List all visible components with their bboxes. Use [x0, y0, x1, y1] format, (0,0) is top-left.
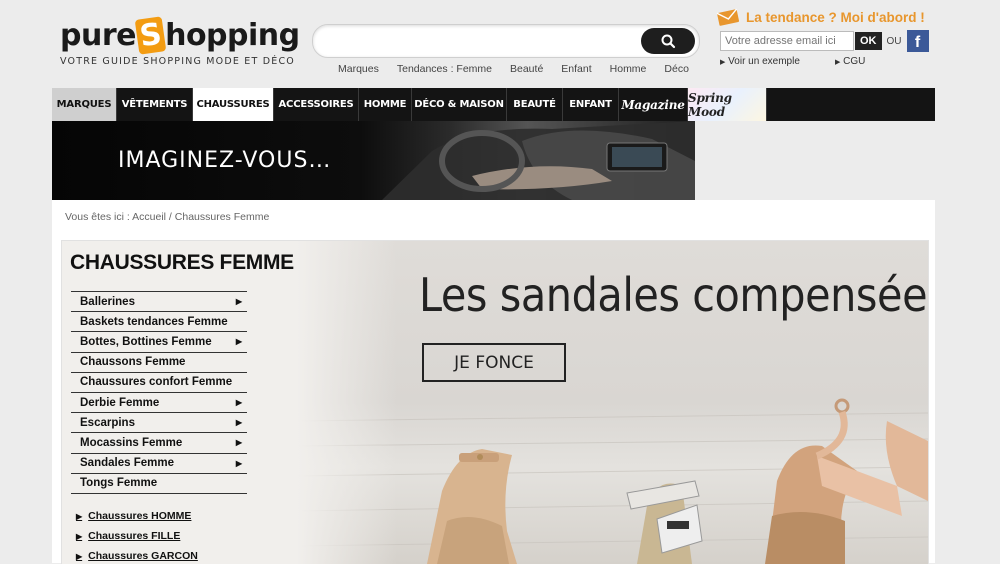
search-field[interactable]: [312, 24, 700, 58]
subcategory-item[interactable]: Chaussures confort Femme: [71, 373, 247, 393]
example-link-text[interactable]: Voir un exemple: [728, 56, 800, 67]
logo-wordmark: pureShopping: [60, 16, 300, 55]
quick-links: Marques Tendances : Femme Beauté Enfant Homm…: [338, 63, 707, 75]
main-nav: MARQUES VÊTEMENTS CHAUSSURES ACCESSOIRES…: [52, 88, 935, 121]
quick-link-0[interactable]: Marques: [338, 63, 379, 75]
search-button[interactable]: [641, 28, 695, 54]
subcategory-label: Tongs Femme: [80, 477, 158, 490]
nav-enfant[interactable]: ENFANT: [563, 88, 619, 121]
subcategory-item[interactable]: Sandales Femme ▶: [71, 454, 247, 474]
site-logo[interactable]: pureShopping VOTRE GUIDE SHOPPING MODE E…: [60, 16, 300, 67]
search-icon: [661, 34, 676, 49]
subcategory-item[interactable]: Ballerines ▶: [71, 291, 247, 313]
breadcrumb-current: Chaussures Femme: [174, 211, 270, 223]
example-link[interactable]: ▶ Voir un exemple: [720, 56, 800, 67]
breadcrumb-separator: /: [168, 211, 172, 223]
category-panel: Les sandales compensées JE FONCE CHAUSSU…: [61, 240, 929, 564]
chevron-right-icon: ▶: [235, 418, 242, 428]
subcategory-item[interactable]: Bottes, Bottines Femme ▶: [71, 332, 247, 353]
chevron-right-icon: ▶: [235, 458, 242, 468]
hero-fade: [297, 241, 397, 564]
breadcrumb-home[interactable]: Accueil: [132, 211, 166, 223]
subcategory-label: Chaussures confort Femme: [80, 376, 233, 389]
subcategory-item[interactable]: Derbie Femme ▶: [71, 393, 247, 414]
subcategory-label: Baskets tendances Femme: [80, 315, 228, 328]
nav-deco-maison[interactable]: DÉCO & MAISON: [412, 88, 507, 121]
search-input[interactable]: [327, 31, 631, 53]
email-field[interactable]: [720, 31, 854, 51]
category-title: CHAUSSURES FEMME: [70, 251, 294, 274]
subcategory-list: Ballerines ▶ Baskets tendances Femme Bottes…: [71, 291, 247, 494]
banner-text: IMAGINEZ-VOUS…: [118, 148, 332, 173]
quick-link-3[interactable]: Enfant: [561, 63, 591, 75]
quick-link-4[interactable]: Homme: [610, 63, 647, 75]
subcategory-label: Bottes, Bottines Femme: [80, 335, 212, 348]
chevron-right-icon: ▶: [235, 297, 242, 307]
logo-s-tag: S: [134, 16, 167, 55]
quick-link-5[interactable]: Déco: [664, 63, 689, 75]
cgu-link-text[interactable]: CGU: [843, 56, 865, 67]
chevron-right-icon: ▶: [235, 398, 242, 408]
envelope-icon: [716, 8, 740, 26]
ad-banner[interactable]: IMAGINEZ-VOUS…: [52, 121, 695, 200]
triangle-right-icon: ▶: [76, 551, 83, 561]
subcategory-item[interactable]: Chaussons Femme: [71, 353, 247, 373]
or-label: OU: [886, 35, 902, 47]
nav-vetements[interactable]: VÊTEMENTS: [117, 88, 193, 121]
gender-link-label[interactable]: Chaussures HOMME: [88, 510, 191, 522]
gender-link-label[interactable]: Chaussures FILLE: [88, 530, 180, 542]
nav-magazine[interactable]: Magazine: [619, 88, 688, 121]
ok-button[interactable]: OK: [855, 32, 882, 50]
triangle-right-icon: ▶: [76, 511, 83, 521]
subcategory-item[interactable]: Baskets tendances Femme: [71, 312, 247, 333]
quick-link-2[interactable]: Beauté: [510, 63, 543, 75]
gender-link-label[interactable]: Chaussures GARCON: [88, 550, 198, 562]
subcategory-label: Mocassins Femme: [80, 436, 183, 449]
cgu-link[interactable]: ▶ CGU: [835, 56, 865, 67]
gender-link[interactable]: ▶ Chaussures FILLE: [76, 526, 198, 546]
main-content: Vous êtes ici : Accueil / Chaussures Fem…: [52, 200, 935, 564]
newsletter-form: OK OU f: [720, 30, 929, 52]
triangle-right-icon: ▶: [720, 59, 726, 66]
subcategory-item[interactable]: Escarpins ▶: [71, 413, 247, 434]
triangle-right-icon: ▶: [76, 531, 83, 541]
hero-title: Les sandales compensées: [419, 268, 929, 322]
nav-chaussures[interactable]: CHAUSSURES: [193, 88, 274, 121]
breadcrumb-prefix: Vous êtes ici :: [65, 211, 130, 223]
je-fonce-button[interactable]: JE FONCE: [422, 343, 566, 382]
subcategory-label: Sandales Femme: [80, 457, 174, 470]
subcategory-label: Escarpins: [80, 416, 135, 429]
nav-marques[interactable]: MARQUES: [52, 88, 117, 121]
gender-links: ▶ Chaussures HOMME ▶ Chaussures FILLE ▶ Chaus…: [76, 506, 198, 564]
chevron-right-icon: ▶: [235, 438, 242, 448]
subcategory-label: Derbie Femme: [80, 396, 160, 409]
subcategory-item[interactable]: Tongs Femme: [71, 474, 247, 494]
logo-tagline: VOTRE GUIDE SHOPPING MODE ET DÉCO: [60, 56, 295, 67]
nav-beaute[interactable]: BEAUTÉ: [507, 88, 563, 121]
promo-title-text: La tendance ? Moi d'abord !: [746, 9, 925, 25]
promo-title: La tendance ? Moi d'abord !: [716, 8, 986, 26]
nav-spring-mood[interactable]: Spring Mood: [688, 88, 767, 121]
hero-banner[interactable]: Les sandales compensées JE FONCE: [297, 241, 928, 564]
breadcrumb: Vous êtes ici : Accueil / Chaussures Fem…: [65, 211, 269, 223]
quick-link-1[interactable]: Tendances : Femme: [397, 63, 492, 75]
subcategory-label: Chaussons Femme: [80, 356, 186, 369]
gender-link[interactable]: ▶ Chaussures HOMME: [76, 506, 198, 526]
nav-homme[interactable]: HOMME: [359, 88, 412, 121]
subcategory-label: Ballerines: [80, 295, 135, 308]
newsletter-promo: La tendance ? Moi d'abord !: [716, 8, 986, 26]
nav-accessoires[interactable]: ACCESSOIRES: [274, 88, 359, 121]
gender-link[interactable]: ▶ Chaussures GARCON: [76, 546, 198, 564]
triangle-right-icon: ▶: [835, 59, 841, 66]
chevron-right-icon: ▶: [235, 337, 242, 347]
facebook-icon[interactable]: f: [906, 30, 929, 52]
subcategory-item[interactable]: Mocassins Femme ▶: [71, 433, 247, 454]
